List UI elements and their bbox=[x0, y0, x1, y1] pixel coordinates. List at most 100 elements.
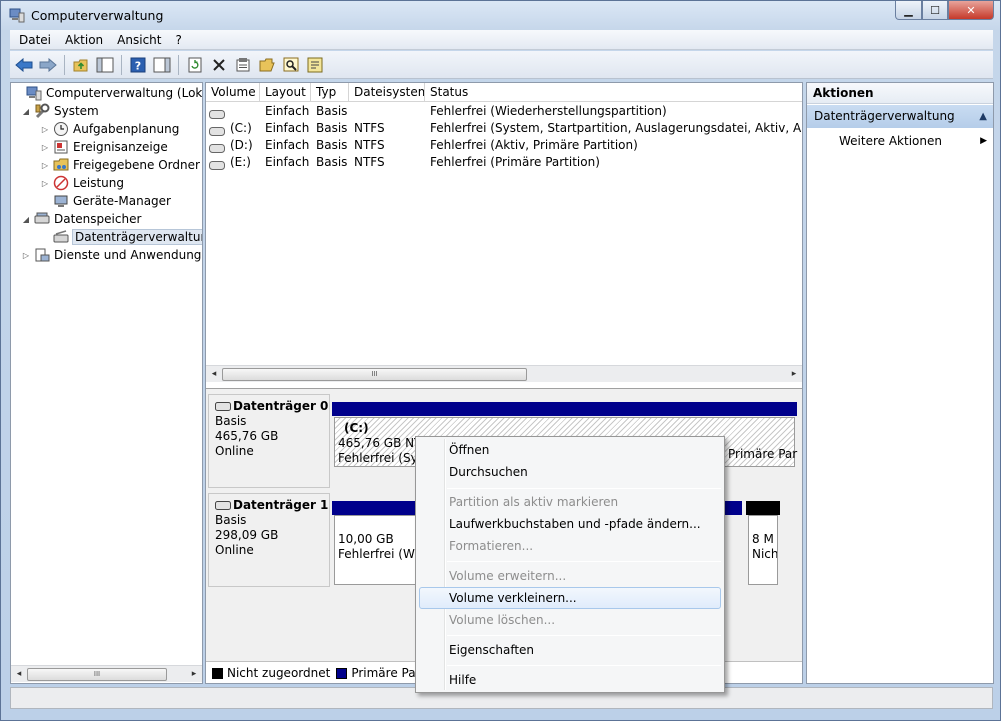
show-hide-tree-icon[interactable] bbox=[94, 54, 116, 76]
search-icon[interactable] bbox=[280, 54, 302, 76]
column-header-status[interactable]: Status bbox=[425, 83, 802, 102]
tree-expander[interactable]: ▷ bbox=[21, 251, 31, 260]
shared-folder-icon bbox=[53, 157, 69, 173]
menu-item-volume-verkleinern[interactable]: Volume verkleinern... bbox=[419, 587, 721, 609]
menu-datei[interactable]: Datei bbox=[12, 33, 58, 47]
partition-status: Primäre Par bbox=[728, 447, 798, 461]
volume-type: Basis bbox=[316, 121, 348, 135]
navigation-tree: Computerverwaltung (Lokal) ◢ System ▷ Au… bbox=[11, 83, 202, 663]
clock-icon bbox=[53, 121, 69, 137]
partition-recovery[interactable]: 10,00 GB Fehlerfrei (Wie bbox=[334, 515, 418, 585]
partition-unallocated[interactable]: 8 M Nich bbox=[748, 515, 778, 585]
menu-item-volume-loeschen[interactable]: Volume löschen... bbox=[419, 609, 721, 631]
disk-icon bbox=[215, 402, 231, 411]
collapse-arrow-icon[interactable]: ▲ bbox=[979, 105, 987, 128]
menu-item-partition-aktiv[interactable]: Partition als aktiv markieren bbox=[419, 491, 721, 513]
actions-section-datentraegerverwaltung[interactable]: Datenträgerverwaltung ▲ bbox=[807, 105, 993, 128]
submenu-arrow-icon: ▶ bbox=[980, 136, 987, 146]
tree-expander[interactable]: ▷ bbox=[40, 161, 50, 170]
properties-icon[interactable] bbox=[232, 54, 254, 76]
tree-expander[interactable]: ▷ bbox=[40, 179, 50, 188]
tree-item-label: Ereignisanzeige bbox=[73, 140, 168, 154]
tree-item-datentraegerverwaltung[interactable]: Datenträgerverwaltung bbox=[40, 228, 202, 246]
delete-icon[interactable] bbox=[208, 54, 230, 76]
partition-status: Fehlerfrei (Wie bbox=[338, 547, 418, 561]
partition-bar bbox=[332, 402, 797, 416]
volume-list-header: Volume Layout Typ Dateisystem Status bbox=[206, 83, 802, 102]
menu-aktion[interactable]: Aktion bbox=[58, 33, 110, 47]
scroll-left-arrow-icon[interactable]: ◂ bbox=[11, 669, 27, 679]
navigation-tree-pane: Computerverwaltung (Lokal) ◢ System ▷ Au… bbox=[10, 82, 203, 684]
minimize-button[interactable]: ▁ bbox=[895, 1, 922, 20]
column-header-layout[interactable]: Layout bbox=[260, 83, 311, 102]
forward-arrow-icon[interactable] bbox=[37, 54, 59, 76]
table-row[interactable]: (E:) Einfach Basis NTFS Fehlerfrei (Prim… bbox=[206, 154, 802, 171]
tree-horizontal-scrollbar[interactable]: ◂ III ▸ bbox=[11, 665, 202, 682]
volume-filesystem: NTFS bbox=[354, 138, 385, 152]
refresh-icon[interactable] bbox=[184, 54, 206, 76]
partition-status: Nich bbox=[752, 547, 778, 561]
tree-expander[interactable]: ▷ bbox=[40, 125, 50, 134]
performance-icon bbox=[53, 175, 69, 191]
column-header-typ[interactable]: Typ bbox=[311, 83, 349, 102]
back-arrow-icon[interactable] bbox=[13, 54, 35, 76]
disk-management-icon bbox=[53, 229, 69, 245]
tree-expander[interactable]: ◢ bbox=[21, 107, 31, 116]
legend-swatch bbox=[336, 667, 348, 679]
disk-0-label[interactable]: Datenträger 0 Basis 465,76 GB Online bbox=[208, 394, 330, 488]
menu-item-hilfe[interactable]: Hilfe bbox=[419, 669, 721, 691]
window-controls: ▁ ☐ ✕ bbox=[895, 1, 994, 20]
computer-management-icon bbox=[26, 85, 42, 101]
menu-item-eigenschaften[interactable]: Eigenschaften bbox=[419, 639, 721, 661]
table-row[interactable]: Einfach Basis Fehlerfrei (Wiederherstell… bbox=[206, 103, 802, 120]
event-viewer-icon bbox=[53, 139, 69, 155]
menu-separator bbox=[447, 561, 721, 562]
menu-item-formatieren[interactable]: Formatieren... bbox=[419, 535, 721, 557]
tree-expander[interactable]: ▷ bbox=[40, 143, 50, 152]
menu-item-oeffnen[interactable]: Öffnen bbox=[419, 439, 721, 461]
tree-item-freigegebene-ordner[interactable]: ▷ Freigegebene Ordner bbox=[40, 156, 200, 174]
scrollbar-thumb[interactable]: III bbox=[222, 367, 527, 381]
action-weitere-aktionen[interactable]: Weitere Aktionen ▶ bbox=[807, 131, 993, 151]
actions-pane: Aktionen Datenträgerverwaltung ▲ Weitere… bbox=[806, 82, 994, 684]
close-button[interactable]: ✕ bbox=[948, 1, 994, 20]
table-row[interactable]: (D:) Einfach Basis NTFS Fehlerfrei (Akti… bbox=[206, 137, 802, 154]
menu-help[interactable]: ? bbox=[168, 33, 188, 47]
tree-item-leistung[interactable]: ▷ Leistung bbox=[40, 174, 124, 192]
tree-item-dienste-anwendungen[interactable]: ▷ Dienste und Anwendungen bbox=[21, 246, 202, 264]
tree-item-geraete-manager[interactable]: Geräte-Manager bbox=[40, 192, 171, 210]
menu-item-laufwerkbuchstaben[interactable]: Laufwerkbuchstaben und -pfade ändern... bbox=[419, 513, 721, 535]
tree-item-system[interactable]: ◢ System bbox=[21, 102, 99, 120]
tree-item-label: Datenspeicher bbox=[54, 212, 142, 226]
column-header-volume[interactable]: Volume bbox=[206, 83, 260, 102]
menu-item-durchsuchen[interactable]: Durchsuchen bbox=[419, 461, 721, 483]
menu-item-volume-erweitern[interactable]: Volume erweitern... bbox=[419, 565, 721, 587]
tree-item-label: Computerverwaltung (Lokal) bbox=[46, 86, 202, 100]
tree-item-aufgabenplanung[interactable]: ▷ Aufgabenplanung bbox=[40, 120, 179, 138]
toolbar-separator bbox=[121, 54, 122, 75]
table-row[interactable]: (C:) Einfach Basis NTFS Fehlerfrei (Syst… bbox=[206, 120, 802, 137]
menu-bar: Datei Aktion Ansicht ? bbox=[10, 30, 993, 50]
scrollbar-thumb[interactable]: III bbox=[27, 667, 167, 681]
volume-list-horizontal-scrollbar[interactable]: ◂ III ▸ bbox=[206, 365, 802, 382]
menu-ansicht[interactable]: Ansicht bbox=[110, 33, 168, 47]
maximize-button[interactable]: ☐ bbox=[922, 1, 948, 20]
export-icon[interactable] bbox=[304, 54, 326, 76]
properties-pane-icon[interactable] bbox=[151, 54, 173, 76]
scroll-right-arrow-icon[interactable]: ▸ bbox=[186, 669, 202, 679]
column-header-dateisystem[interactable]: Dateisystem bbox=[349, 83, 425, 102]
tree-expander[interactable]: ◢ bbox=[21, 215, 31, 224]
disk-1-label[interactable]: Datenträger 1 Basis 298,09 GB Online bbox=[208, 493, 330, 587]
open-folder-icon[interactable] bbox=[256, 54, 278, 76]
tree-item-computerverwaltung[interactable]: Computerverwaltung (Lokal) bbox=[13, 84, 202, 102]
volume-type: Basis bbox=[316, 104, 348, 118]
services-icon bbox=[34, 247, 50, 263]
scroll-right-arrow-icon[interactable]: ▸ bbox=[786, 369, 802, 379]
action-label: Weitere Aktionen bbox=[839, 134, 942, 148]
tree-item-ereignisanzeige[interactable]: ▷ Ereignisanzeige bbox=[40, 138, 168, 156]
help-icon[interactable]: ? bbox=[127, 54, 149, 76]
scroll-left-arrow-icon[interactable]: ◂ bbox=[206, 369, 222, 379]
tree-item-datenspeicher[interactable]: ◢ Datenspeicher bbox=[21, 210, 141, 228]
up-folder-icon[interactable] bbox=[70, 54, 92, 76]
disk-state: Online bbox=[215, 444, 254, 458]
